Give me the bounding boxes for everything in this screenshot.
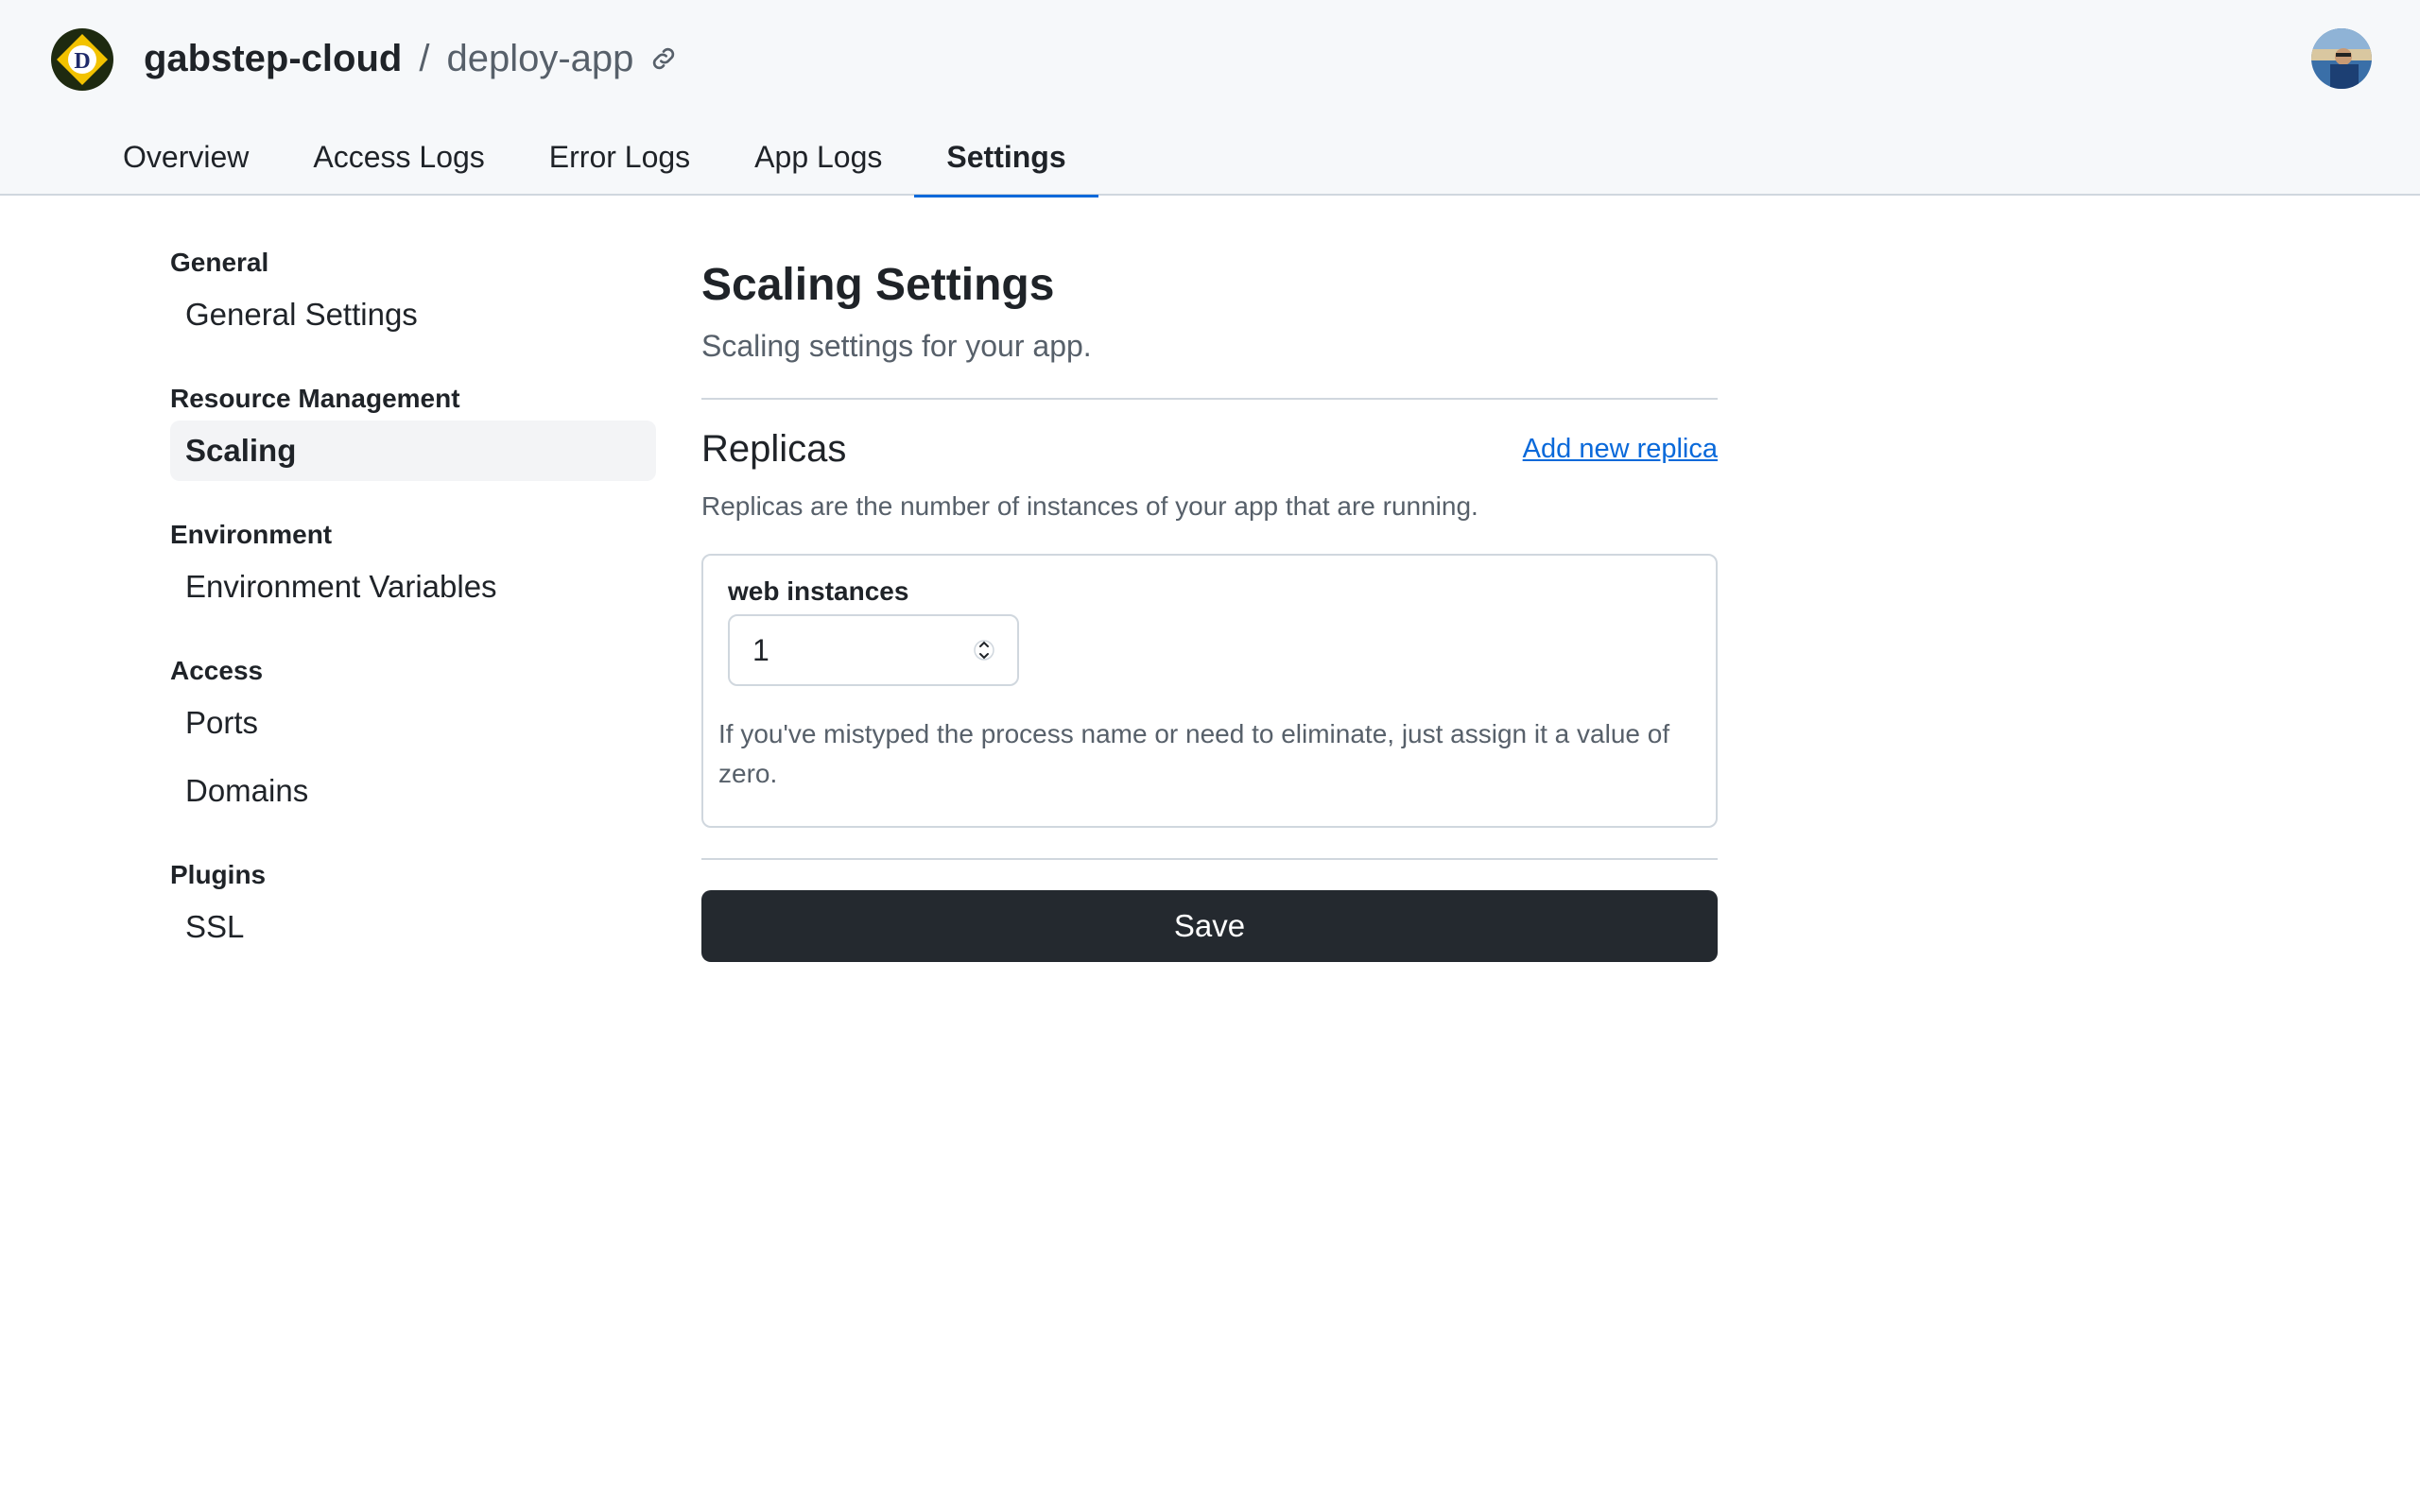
- settings-sidebar: General General Settings Resource Manage…: [170, 241, 656, 957]
- sidebar-group-plugins: Plugins: [170, 860, 267, 889]
- tab-app-logs[interactable]: App Logs: [722, 123, 914, 196]
- page-title: Scaling Settings: [701, 260, 1055, 310]
- web-instances-value: 1: [752, 632, 769, 667]
- sidebar-item-scaling[interactable]: Scaling: [170, 421, 656, 481]
- app-name[interactable]: deploy-app: [446, 38, 633, 80]
- spinner-icon[interactable]: [974, 634, 994, 666]
- logo-icon[interactable]: D: [51, 28, 113, 91]
- tab-bar: Overview Access Logs Error Logs App Logs…: [91, 123, 1098, 198]
- divider: [701, 398, 1718, 400]
- link-icon[interactable]: [648, 43, 679, 74]
- replica-hint: If you've mistyped the process name or n…: [718, 719, 1670, 788]
- add-replica-link[interactable]: Add new replica: [1523, 434, 1718, 465]
- tab-error-logs[interactable]: Error Logs: [517, 123, 722, 196]
- tab-access-logs[interactable]: Access Logs: [281, 123, 516, 196]
- sidebar-item-environment-variables[interactable]: Environment Variables: [170, 557, 656, 617]
- top-header: D gabstep-cloud / deploy-app Overview Ac…: [0, 0, 2420, 198]
- sidebar-group-access: Access: [170, 656, 264, 685]
- replicas-title: Replicas: [701, 428, 847, 470]
- breadcrumb-separator: /: [419, 37, 430, 79]
- sidebar-group-general: General: [170, 248, 269, 277]
- sidebar-item-ports[interactable]: Ports: [170, 693, 656, 753]
- sidebar-item-general-settings[interactable]: General Settings: [170, 284, 656, 345]
- page-subtitle: Scaling settings for your app.: [701, 329, 1092, 363]
- sidebar-item-domains[interactable]: Domains: [170, 761, 656, 821]
- replicas-description: Replicas are the number of instances of …: [701, 491, 1478, 521]
- process-label: web instances: [728, 576, 909, 606]
- sidebar-group-environment: Environment: [170, 520, 333, 549]
- replicas-header: Replicas Add new replica: [701, 428, 1718, 471]
- org-name[interactable]: gabstep-cloud: [144, 38, 402, 80]
- sidebar-group-resource-management: Resource Management: [170, 384, 460, 413]
- settings-content: Scaling Settings Scaling settings for yo…: [701, 253, 1718, 962]
- save-button[interactable]: Save: [701, 890, 1718, 962]
- tab-overview[interactable]: Overview: [91, 123, 281, 196]
- tab-settings[interactable]: Settings: [914, 123, 1098, 198]
- web-instances-input[interactable]: 1: [728, 614, 1019, 686]
- avatar[interactable]: [2311, 28, 2372, 89]
- divider: [701, 858, 1718, 860]
- breadcrumb: gabstep-cloud / deploy-app: [144, 32, 679, 85]
- replica-card: web instances 1 If you've mistyped the p…: [701, 554, 1718, 828]
- sidebar-item-ssl[interactable]: SSL: [170, 897, 656, 957]
- svg-text:D: D: [74, 49, 90, 74]
